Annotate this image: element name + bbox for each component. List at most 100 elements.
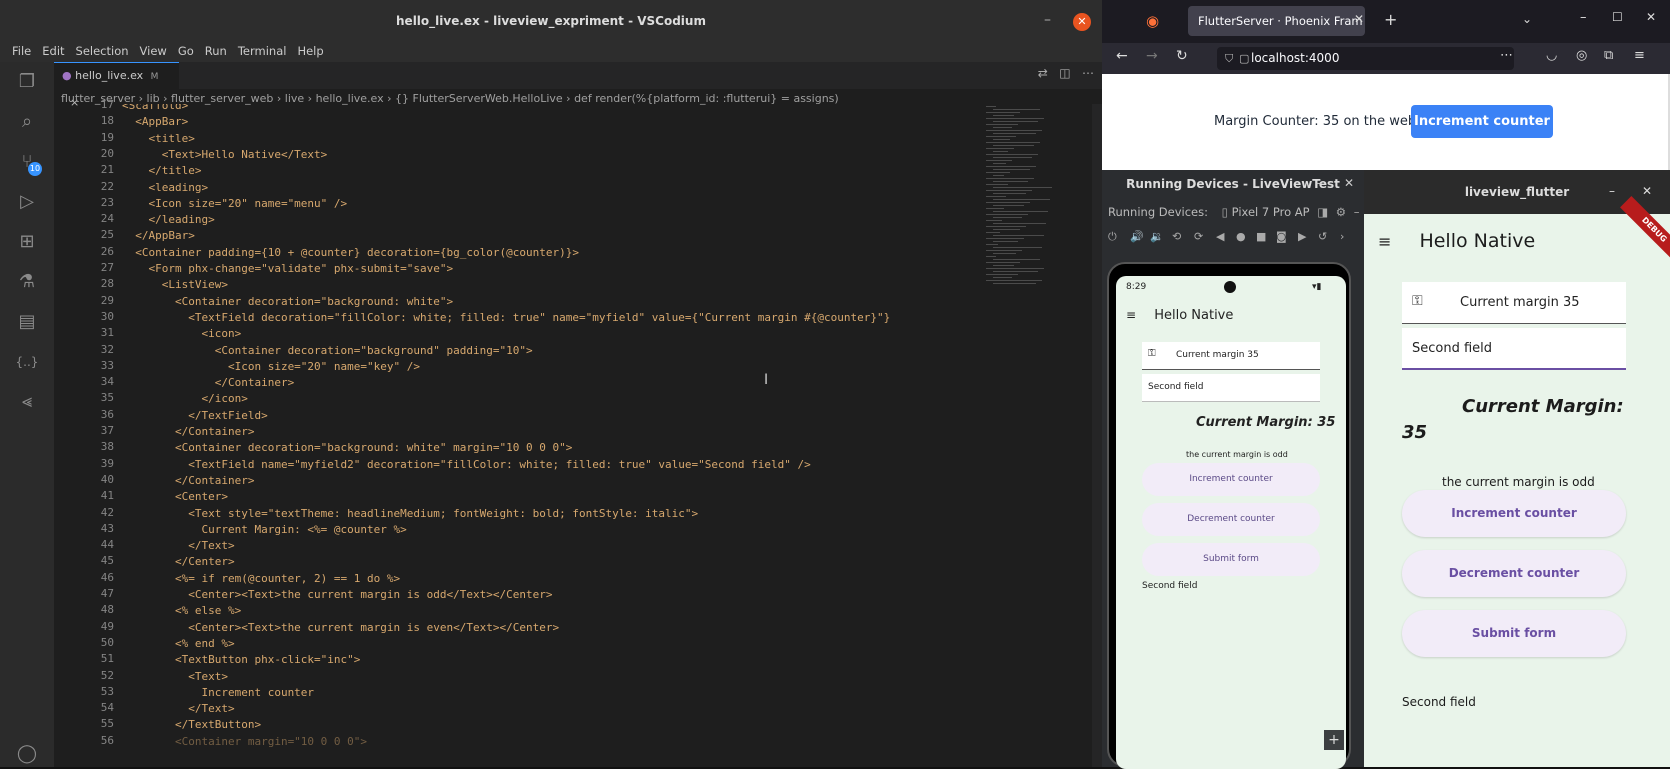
phone-screen[interactable]: 8:29 ▾▮ ≡ Hello Native ⚿ Current margin … xyxy=(1116,276,1346,769)
code-line[interactable]: <%= if rem(@counter, 2) == 1 do %> xyxy=(122,571,400,587)
phone-decrement-button[interactable]: Decrement counter xyxy=(1142,503,1320,536)
split-editor-icon[interactable]: ◫ xyxy=(1059,66,1070,80)
flutter-field-1[interactable]: ⚿ Current margin 35 xyxy=(1402,282,1626,324)
code-line[interactable]: <% end %> xyxy=(122,636,235,652)
code-line[interactable]: <TextButton phx-click="inc"> xyxy=(122,652,360,668)
overview-icon[interactable]: ■ xyxy=(1256,230,1266,243)
code-line[interactable]: <Scaffold> xyxy=(122,104,188,114)
code-line[interactable]: <Center> xyxy=(122,489,228,505)
phone-submit-button[interactable]: Submit form xyxy=(1142,543,1320,576)
code-line[interactable]: </TextField> xyxy=(122,408,267,424)
reset-icon[interactable]: ↺ xyxy=(1318,230,1327,243)
device-tab[interactable]: Pixel 7 Pro AP xyxy=(1232,205,1310,219)
code-line[interactable]: </Text> xyxy=(122,538,234,554)
code-line[interactable]: <Container decoration="background: white… xyxy=(122,294,453,310)
forward-icon[interactable]: → xyxy=(1146,48,1158,64)
minimize-icon[interactable]: – xyxy=(1316,176,1322,190)
code-line[interactable]: Increment counter xyxy=(122,685,314,701)
url-bar[interactable]: ⛉ ▢ localhost:4000 xyxy=(1217,47,1514,70)
increment-counter-button[interactable]: Increment counter xyxy=(1411,105,1553,138)
device-options-icon[interactable]: ◨ xyxy=(1317,205,1328,219)
json-icon[interactable]: {..} xyxy=(15,350,39,374)
testing-icon[interactable]: ⚗ xyxy=(15,270,39,294)
code-line[interactable]: <Container padding={10 + @counter} decor… xyxy=(122,245,579,261)
back-icon[interactable]: ◀ xyxy=(1216,230,1224,243)
editor-scrollbar[interactable] xyxy=(1092,104,1102,767)
code-line[interactable]: <Text> xyxy=(122,669,228,685)
extensions-icon[interactable]: ⧉ xyxy=(1604,48,1613,63)
tab-hello-live[interactable]: ● hello_live.ex M × xyxy=(54,62,179,109)
volume-up-icon[interactable]: 🔊 xyxy=(1130,230,1144,243)
menu-go[interactable]: Go xyxy=(178,44,194,58)
zoom-in-icon[interactable]: + xyxy=(1324,730,1344,750)
power-icon[interactable]: ⏻ xyxy=(1108,230,1117,244)
code-line[interactable]: <Container margin="10 0 0 0"> xyxy=(122,734,367,750)
search-icon[interactable]: ⌕ xyxy=(15,110,39,134)
screenshot-icon[interactable]: ◙ xyxy=(1276,230,1287,243)
pocket-icon[interactable]: ◡ xyxy=(1546,48,1557,63)
phone-increment-button[interactable]: Increment counter xyxy=(1142,463,1320,496)
minimize-icon[interactable]: – xyxy=(1044,12,1051,28)
browser-tab[interactable]: FlutterServer · Phoenix Fram xyxy=(1188,6,1365,36)
code-line[interactable]: <Container decoration="background: white… xyxy=(122,440,572,456)
code-line[interactable]: </icon> xyxy=(122,391,247,407)
code-line[interactable]: <icon> xyxy=(122,326,241,342)
shield-icon[interactable]: ⛉ xyxy=(1225,47,1233,70)
menu-icon[interactable]: ≡ xyxy=(1634,48,1645,63)
code-line[interactable]: <AppBar> xyxy=(122,114,188,130)
code-line[interactable]: </Container> xyxy=(122,473,254,489)
extensions-icon[interactable]: ⊞ xyxy=(15,230,39,254)
close-icon[interactable]: ✕ xyxy=(1344,176,1354,190)
close-icon[interactable]: ✕ xyxy=(1642,184,1652,198)
code-line[interactable]: </Text> xyxy=(122,701,234,717)
code-line[interactable]: <Form phx-change="validate" phx-submit="… xyxy=(122,261,453,277)
account-icon[interactable]: ◎ xyxy=(1576,48,1587,63)
code-line[interactable]: <Center><Text>the current margin is even… xyxy=(122,620,559,636)
code-line[interactable]: </title> xyxy=(122,163,201,179)
record-icon[interactable]: ▶ xyxy=(1298,230,1306,243)
menu-view[interactable]: View xyxy=(140,44,167,58)
code-line[interactable]: </Container> xyxy=(122,424,254,440)
menu-help[interactable]: Help xyxy=(297,44,323,58)
code-line[interactable]: <Center><Text>the current margin is odd<… xyxy=(122,587,552,603)
maximize-icon[interactable]: ☐ xyxy=(1612,10,1623,24)
flutter-increment-button[interactable]: Increment counter xyxy=(1402,490,1626,537)
minimize-icon[interactable]: – xyxy=(1580,10,1587,25)
rotate-left-icon[interactable]: ⟲ xyxy=(1172,230,1181,243)
new-tab-icon[interactable]: + xyxy=(1384,10,1397,29)
code-line[interactable]: <% else %> xyxy=(122,603,241,619)
menu-selection[interactable]: Selection xyxy=(76,44,129,58)
minimize-icon[interactable]: – xyxy=(1609,184,1615,198)
close-icon[interactable]: ✕ xyxy=(1073,13,1091,31)
code-line[interactable]: <ListView> xyxy=(122,277,228,293)
code-line[interactable]: </Container> xyxy=(122,375,294,391)
menu-edit[interactable]: Edit xyxy=(42,44,64,58)
code-line[interactable]: </AppBar> xyxy=(122,228,195,244)
code-line[interactable]: <TextField name="myfield2" decoration="f… xyxy=(122,457,811,473)
flutter-submit-button[interactable]: Submit form xyxy=(1402,610,1626,657)
volume-down-icon[interactable]: 🔉 xyxy=(1150,230,1164,243)
minimize-panel-icon[interactable]: – xyxy=(1354,205,1360,219)
menu-terminal[interactable]: Terminal xyxy=(238,44,287,58)
remote-explorer-icon[interactable]: ▤ xyxy=(15,310,39,334)
firefox-icon[interactable]: ◉ xyxy=(1146,12,1159,30)
code-line[interactable]: Current Margin: <%= @counter %> xyxy=(122,522,406,538)
code-line[interactable]: <Text>Hello Native</Text> xyxy=(122,147,328,163)
reload-icon[interactable]: ↻ xyxy=(1176,48,1188,64)
phone-field-2[interactable]: Second field xyxy=(1142,374,1320,402)
account-icon[interactable]: ◯ xyxy=(15,742,39,766)
code-line[interactable]: </TextButton> xyxy=(122,717,261,733)
close-tab-icon[interactable]: ✕ xyxy=(1354,12,1364,26)
menu-icon[interactable]: ≡ xyxy=(1378,232,1391,251)
menu-icon[interactable]: ≡ xyxy=(1126,308,1136,322)
flutter-icon[interactable]: ⪡ xyxy=(15,390,39,414)
more-icon[interactable]: › xyxy=(1340,230,1344,243)
compare-icon[interactable]: ⇄ xyxy=(1038,66,1048,80)
home-icon[interactable]: ● xyxy=(1236,230,1246,243)
run-debug-icon[interactable]: ▷ xyxy=(15,190,39,214)
close-icon[interactable]: ✕ xyxy=(1646,10,1656,24)
code-line[interactable]: <TextField decoration="fillColor: white;… xyxy=(122,310,890,326)
code-editor[interactable]: <Scaffold> <AppBar> <title> <Text>Hello … xyxy=(122,104,982,767)
flutter-decrement-button[interactable]: Decrement counter xyxy=(1402,550,1626,597)
code-line[interactable]: <Text style="textTheme: headlineMedium; … xyxy=(122,506,698,522)
